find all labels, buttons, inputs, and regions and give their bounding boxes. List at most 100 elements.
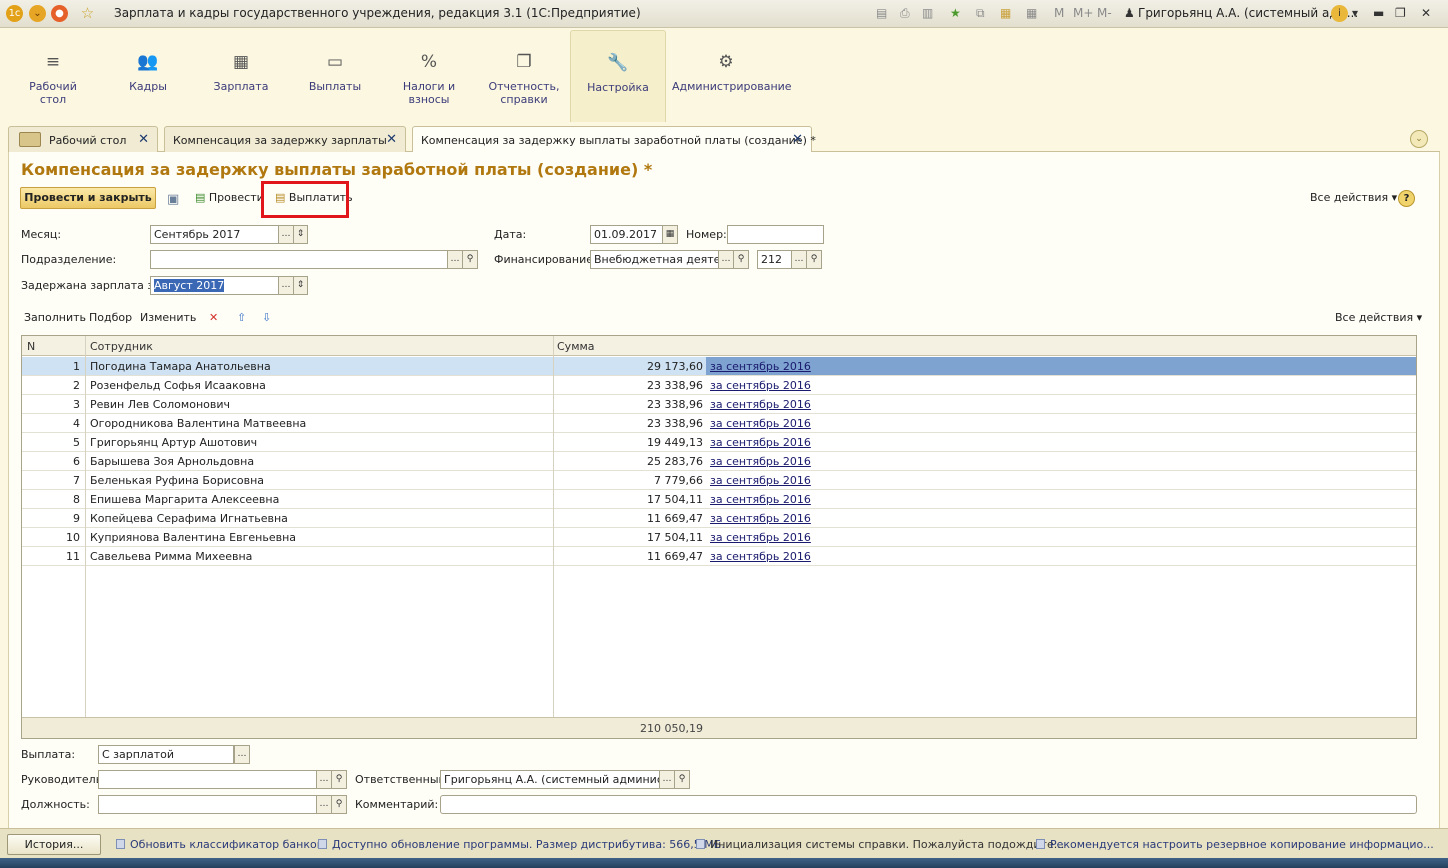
chevron-down-icon[interactable]: ▾ bbox=[1352, 6, 1358, 20]
menu-dropdown-icon[interactable]: ⌄ bbox=[29, 5, 46, 22]
history-button[interactable]: История... bbox=[7, 834, 101, 855]
responsible-select-button[interactable]: … bbox=[659, 770, 675, 789]
table-row[interactable]: 2 Розенфельд Софья Исааковна 23 338,96 за с… bbox=[22, 376, 1416, 395]
tab-desktop[interactable]: Рабочий стол ✕ bbox=[8, 126, 158, 152]
period-link[interactable]: за сентябрь 2016 bbox=[710, 379, 811, 392]
section-salary[interactable]: ▦ Зарплата bbox=[206, 30, 276, 122]
fill-button[interactable]: Заполнить bbox=[18, 307, 92, 329]
edit-button[interactable]: Изменить bbox=[134, 307, 202, 329]
info-icon[interactable]: i bbox=[1331, 5, 1348, 22]
section-settings[interactable]: 🔧 Настройка bbox=[570, 30, 666, 122]
maximize-icon[interactable]: ❐ bbox=[1395, 6, 1406, 20]
manager-field[interactable] bbox=[98, 770, 317, 789]
tab-compensation-new[interactable]: Компенсация за задержку выплаты заработн… bbox=[412, 126, 816, 153]
tabs-menu-icon[interactable]: ⌄ bbox=[1410, 130, 1428, 148]
save-doc-icon[interactable]: ▣ bbox=[161, 188, 185, 210]
section-personnel[interactable]: 👥 Кадры bbox=[112, 30, 184, 122]
add-favorite-icon[interactable]: ★ bbox=[950, 6, 961, 20]
calendar-icon[interactable]: ▦ bbox=[1000, 6, 1011, 20]
link-icon[interactable]: ⧉ bbox=[976, 6, 985, 21]
section-taxes[interactable]: % Налоги и взносы bbox=[394, 30, 464, 122]
all-actions-menu[interactable]: Все действия ▾ bbox=[1304, 187, 1403, 209]
calendar-icon[interactable]: ▦ bbox=[662, 225, 678, 244]
memory-m-plus[interactable]: M+ bbox=[1073, 6, 1093, 20]
close-tab-icon[interactable]: ✕ bbox=[792, 132, 803, 147]
post-button[interactable]: ▤ Провести bbox=[189, 187, 270, 209]
section-payments[interactable]: ▭ Выплаты bbox=[300, 30, 370, 122]
division-field[interactable] bbox=[150, 250, 448, 269]
month-select-button[interactable]: … bbox=[278, 225, 294, 244]
close-icon[interactable]: ✕ bbox=[1421, 6, 1431, 20]
period-link[interactable]: за сентябрь 2016 bbox=[710, 512, 811, 525]
financing-select-button[interactable]: … bbox=[718, 250, 734, 269]
table-row[interactable]: 11 Савельева Римма Михеевна 11 669,47 за се… bbox=[22, 547, 1416, 566]
move-down-icon[interactable]: ⇩ bbox=[256, 307, 277, 329]
search-icon[interactable]: ⚲ bbox=[331, 770, 347, 789]
favorites-star-icon[interactable]: ☆ bbox=[79, 5, 96, 22]
notification-item[interactable]: Рекомендуется настроить резервное копиро… bbox=[1036, 838, 1434, 851]
table-row[interactable]: 6 Барышева Зоя Арнольдовна 25 283,76 за сен… bbox=[22, 452, 1416, 471]
delayed-for-spin-icon[interactable]: ⇕ bbox=[293, 276, 308, 295]
month-field[interactable]: Сентябрь 2017 bbox=[150, 225, 279, 244]
column-header-sum[interactable]: Сумма bbox=[557, 340, 595, 353]
date-field[interactable]: 01.09.2017 bbox=[590, 225, 664, 244]
table-row[interactable]: 3 Ревин Лев Соломонович 23 338,96 за сентяб… bbox=[22, 395, 1416, 414]
help-icon[interactable]: ? bbox=[1398, 190, 1415, 207]
responsible-field[interactable]: Григорьянц А.А. (системный администрат bbox=[440, 770, 660, 789]
section-desktop[interactable]: ≡ Рабочий стол bbox=[18, 30, 88, 122]
period-link[interactable]: за сентябрь 2016 bbox=[710, 493, 811, 506]
close-tab-icon[interactable]: ✕ bbox=[138, 132, 149, 147]
column-header-n[interactable]: N bbox=[27, 340, 35, 353]
close-tab-icon[interactable]: ✕ bbox=[386, 132, 397, 147]
search-icon[interactable]: ⚲ bbox=[331, 795, 347, 814]
table-row[interactable]: 9 Копейцева Серафима Игнатьевна 11 669,47 з… bbox=[22, 509, 1416, 528]
financing-code-select-button[interactable]: … bbox=[791, 250, 807, 269]
table-row[interactable]: 10 Куприянова Валентина Евгеньевна 17 504,… bbox=[22, 528, 1416, 547]
table-row[interactable]: 7 Беленькая Руфина Борисовна 7 779,66 за се… bbox=[22, 471, 1416, 490]
calculator-small-icon[interactable]: ▦ bbox=[1026, 6, 1037, 20]
tab-compensation-list[interactable]: Компенсация за задержку зарплаты ✕ bbox=[164, 126, 406, 152]
delayed-for-select-button[interactable]: … bbox=[278, 276, 294, 295]
notification-item[interactable]: Обновить классификатор банков bbox=[116, 838, 323, 851]
table-all-actions-menu[interactable]: Все действия ▾ bbox=[1329, 307, 1428, 329]
notification-item[interactable]: Доступно обновление программы. Размер ди… bbox=[318, 838, 725, 851]
period-link[interactable]: за сентябрь 2016 bbox=[710, 360, 811, 373]
financing-field[interactable]: Внебюджетная деятельн bbox=[590, 250, 719, 269]
memory-m[interactable]: M bbox=[1054, 6, 1064, 20]
search-icon[interactable]: ⚲ bbox=[733, 250, 749, 269]
period-link[interactable]: за сентябрь 2016 bbox=[710, 455, 811, 468]
search-icon[interactable]: ⚲ bbox=[806, 250, 822, 269]
current-user[interactable]: Григорьянц А.А. (системный адм... bbox=[1138, 6, 1358, 20]
memory-m-minus[interactable]: M- bbox=[1097, 6, 1112, 20]
delete-icon[interactable]: ✕ bbox=[203, 307, 224, 329]
select-button[interactable]: Подбор bbox=[83, 307, 138, 329]
period-link[interactable]: за сентябрь 2016 bbox=[710, 398, 811, 411]
print-icon[interactable]: ⎙ bbox=[900, 6, 910, 21]
period-link[interactable]: за сентябрь 2016 bbox=[710, 474, 811, 487]
comment-field[interactable] bbox=[440, 795, 1417, 814]
table-row[interactable]: 8 Епишева Маргарита Алексеевна 17 504,11 за… bbox=[22, 490, 1416, 509]
section-reports[interactable]: ❐ Отчетность, справки bbox=[486, 30, 562, 122]
table-row[interactable]: 4 Огородникова Валентина Матвеевна 23 338,… bbox=[22, 414, 1416, 433]
search-icon[interactable]: ⚲ bbox=[462, 250, 478, 269]
search-icon[interactable]: ⚲ bbox=[674, 770, 690, 789]
payment-select-button[interactable]: … bbox=[234, 745, 250, 764]
manager-select-button[interactable]: … bbox=[316, 770, 332, 789]
month-spin-icon[interactable]: ⇕ bbox=[293, 225, 308, 244]
post-and-close-button[interactable]: Провести и закрыть bbox=[20, 187, 156, 209]
table-row[interactable]: 5 Григорьянц Артур Ашотович 19 449,13 за се… bbox=[22, 433, 1416, 452]
number-field[interactable] bbox=[727, 225, 824, 244]
position-select-button[interactable]: … bbox=[316, 795, 332, 814]
save-icon[interactable]: ▤ bbox=[876, 6, 887, 20]
preview-icon[interactable]: ▥ bbox=[922, 6, 933, 20]
move-up-icon[interactable]: ⇧ bbox=[231, 307, 252, 329]
division-select-button[interactable]: … bbox=[447, 250, 463, 269]
minimize-icon[interactable]: ▬ bbox=[1373, 6, 1384, 20]
period-link[interactable]: за сентябрь 2016 bbox=[710, 436, 811, 449]
column-header-employee[interactable]: Сотрудник bbox=[90, 340, 153, 353]
delayed-for-field[interactable]: Август 2017 bbox=[150, 276, 279, 295]
notification-item[interactable]: Инициализация системы справки. Пожалуйст… bbox=[696, 838, 1064, 851]
financing-code-field[interactable]: 212 bbox=[757, 250, 792, 269]
home-icon[interactable]: ● bbox=[51, 5, 68, 22]
period-link[interactable]: за сентябрь 2016 bbox=[710, 417, 811, 430]
